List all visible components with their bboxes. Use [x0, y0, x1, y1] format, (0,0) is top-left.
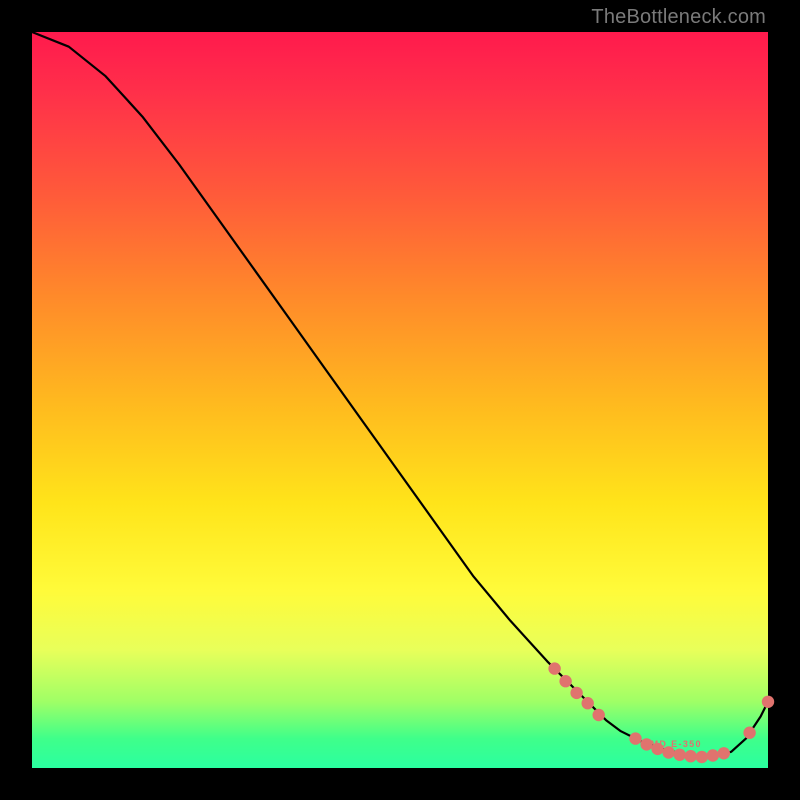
- marker-dot: [629, 732, 641, 744]
- marker-dot: [662, 746, 674, 758]
- marker-dot: [570, 687, 582, 699]
- watermark-text: TheBottleneck.com: [591, 6, 766, 29]
- marker-dot: [718, 747, 730, 759]
- chart-frame: TheBottleneck.com AMD E-350: [0, 0, 800, 800]
- marker-cluster: [548, 662, 774, 763]
- curve-svg: [32, 32, 768, 768]
- marker-dot: [696, 751, 708, 763]
- marker-dot: [762, 696, 774, 708]
- marker-dot: [743, 727, 755, 739]
- marker-dot: [651, 743, 663, 755]
- marker-dot: [640, 738, 652, 750]
- bottleneck-curve: [32, 32, 768, 757]
- marker-dot: [674, 749, 686, 761]
- marker-dot: [559, 675, 571, 687]
- marker-dot: [707, 749, 719, 761]
- marker-dot: [593, 709, 605, 721]
- marker-dot: [548, 662, 560, 674]
- marker-dot: [582, 697, 594, 709]
- marker-dot: [685, 750, 697, 762]
- plot-area: AMD E-350: [32, 32, 768, 768]
